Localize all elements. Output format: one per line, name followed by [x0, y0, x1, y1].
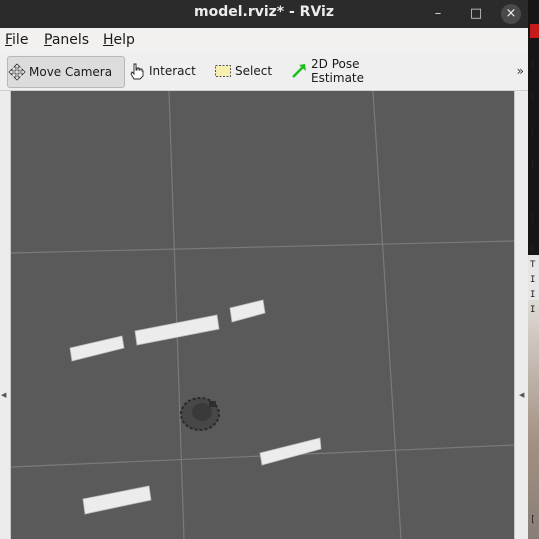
- collapse-right-arrow-icon[interactable]: ◀: [519, 391, 524, 399]
- obstacle-5: [82, 485, 152, 515]
- robot-model: [180, 397, 220, 431]
- green-arrow-icon: [290, 62, 308, 80]
- scene-svg: [11, 91, 514, 539]
- maximize-button[interactable]: □: [466, 4, 486, 24]
- close-button[interactable]: ×: [501, 4, 521, 24]
- obstacle-1: [69, 335, 125, 362]
- background-wallpaper: [528, 300, 539, 539]
- background-red-block: [530, 24, 539, 38]
- background-glyph: [: [530, 60, 536, 70]
- pose-estimate-label: 2D Pose Estimate: [311, 57, 365, 85]
- right-dock-handle[interactable]: ◀: [514, 91, 528, 539]
- toolbar-overflow-button[interactable]: »: [517, 64, 524, 78]
- menu-help[interactable]: Help: [103, 32, 135, 48]
- background-glyph: T: [530, 260, 536, 270]
- menu-file[interactable]: File: [5, 32, 28, 48]
- minimize-button[interactable]: –: [428, 4, 448, 24]
- background-glyph: [: [530, 515, 536, 525]
- move-camera-icon: [8, 63, 26, 81]
- select-button[interactable]: Select: [214, 56, 274, 86]
- select-label: Select: [235, 64, 273, 78]
- background-glyph: I: [530, 275, 536, 285]
- pose-estimate-button[interactable]: 2D Pose Estimate: [290, 56, 414, 86]
- tool-toolbar: Move Camera Interact Select 2D Pose Esti…: [0, 52, 528, 91]
- background-glyph: [: [530, 160, 536, 170]
- ground-grid: [11, 91, 514, 539]
- menu-panels[interactable]: Panels: [44, 32, 89, 48]
- interact-label: Interact: [149, 64, 196, 78]
- obstacle-4: [259, 437, 322, 466]
- background-glyph: I: [530, 305, 536, 315]
- hand-pointer-icon: [128, 62, 146, 80]
- move-camera-label: Move Camera: [29, 65, 113, 79]
- background-glyph: [: [530, 214, 536, 224]
- window-title: model.rviz* - RViz: [193, 4, 334, 20]
- background-glyph: [: [530, 93, 536, 103]
- 3d-render-viewport[interactable]: [11, 91, 514, 539]
- background-glyph: F: [530, 245, 536, 255]
- menu-bar: File Panels Help: [0, 28, 528, 52]
- select-box-icon: [214, 62, 232, 80]
- left-dock-handle[interactable]: ◀: [0, 91, 11, 539]
- move-camera-button[interactable]: Move Camera: [7, 56, 125, 88]
- collapse-left-arrow-icon[interactable]: ◀: [1, 391, 6, 399]
- rviz-window: model.rviz* - RViz – □ × File Panels Hel…: [0, 0, 528, 539]
- background-glyph: I: [530, 290, 536, 300]
- interact-button[interactable]: Interact: [128, 56, 196, 86]
- background-glyph: [: [530, 127, 536, 137]
- obstacle-3: [229, 299, 266, 323]
- background-desktop: [ [ [ [ [ F T I I I [: [528, 0, 539, 539]
- title-bar[interactable]: model.rviz* - RViz – □ ×: [0, 0, 528, 28]
